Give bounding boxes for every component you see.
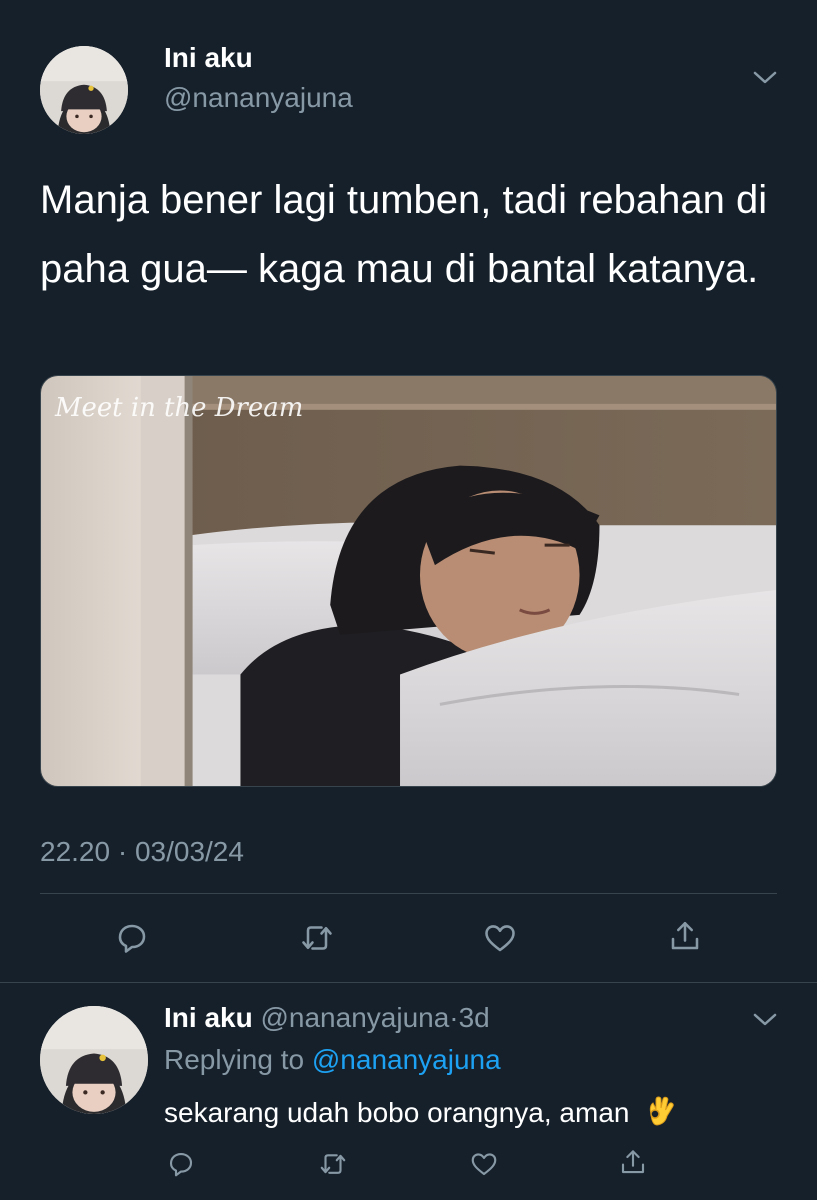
- author-handle[interactable]: @nananyajuna: [164, 82, 353, 114]
- reply-time[interactable]: 3d: [459, 1002, 490, 1033]
- reply-like-button[interactable]: [465, 1145, 503, 1183]
- main-tweet[interactable]: Ini aku @nananyajuna Manja bener lagi tu…: [0, 0, 817, 982]
- share-icon: [671, 921, 699, 950]
- tweet-separator: [0, 982, 817, 983]
- like-icon: [485, 925, 515, 952]
- sleeping-person-image: Meet in the Dream: [41, 376, 776, 786]
- reply-avatar[interactable]: [40, 1006, 148, 1114]
- tweet-photo[interactable]: Meet in the Dream: [40, 375, 777, 787]
- share-icon: [621, 1150, 645, 1174]
- reply-text-body: sekarang udah bobo orangnya, aman: [164, 1097, 630, 1128]
- photo-watermark: Meet in the Dream: [54, 393, 303, 423]
- reply-share-button[interactable]: [614, 1143, 652, 1181]
- tweet-timestamp[interactable]: 22.20 · 03/03/24: [40, 836, 244, 868]
- ok-hand-emoji-icon: [643, 1094, 677, 1128]
- tweet-thread: Ini aku @nananyajuna Manja bener lagi tu…: [0, 0, 817, 1200]
- chevron-down-icon[interactable]: [750, 68, 780, 88]
- divider: [40, 893, 777, 894]
- reply-button[interactable]: [110, 916, 154, 960]
- separator-dot: ·: [449, 1002, 459, 1033]
- chevron-down-icon[interactable]: [750, 1010, 780, 1030]
- reply-icon: [169, 1152, 193, 1177]
- retweet-button[interactable]: [295, 916, 339, 960]
- like-icon: [471, 1153, 497, 1176]
- author-name[interactable]: Ini aku: [164, 42, 253, 74]
- avatar[interactable]: [40, 46, 128, 134]
- tweet-text: Manja bener lagi tumben, tadi rebahan di…: [40, 178, 768, 291]
- replying-to: Replying to @nananyajuna: [164, 1044, 501, 1076]
- reply-author-name[interactable]: Ini aku: [164, 1002, 253, 1033]
- avatar-image: [40, 46, 128, 134]
- replying-prefix: Replying to: [164, 1044, 305, 1075]
- like-button[interactable]: [478, 916, 522, 960]
- reply-text: sekarang udah bobo orangnya, aman: [164, 1094, 677, 1129]
- reply-header: Ini aku @nananyajuna·3d: [164, 1002, 490, 1034]
- reply-icon: [118, 924, 146, 953]
- reply-author-handle[interactable]: @nananyajuna: [260, 1002, 449, 1033]
- avatar-image: [40, 1006, 148, 1114]
- replying-to-link[interactable]: @nananyajuna: [312, 1044, 501, 1075]
- retweet-icon: [302, 926, 332, 950]
- reply-retweet-button[interactable]: [314, 1145, 352, 1183]
- share-button[interactable]: [663, 914, 707, 958]
- retweet-icon: [320, 1154, 346, 1174]
- reply-reply-button[interactable]: [162, 1145, 200, 1183]
